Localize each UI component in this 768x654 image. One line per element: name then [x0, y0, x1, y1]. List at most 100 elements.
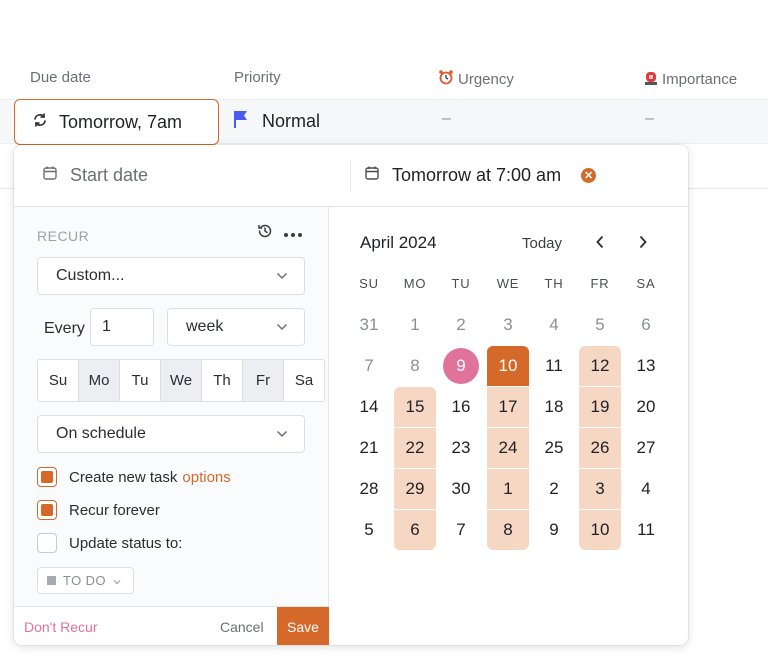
calendar-day[interactable]: 24 [487, 428, 529, 468]
frequency-value: Custom... [56, 267, 125, 284]
calendar-day[interactable]: 1 [394, 305, 436, 345]
calendar-day[interactable]: 8 [394, 346, 436, 386]
calendar-day[interactable]: 26 [579, 428, 621, 468]
start-date-field[interactable]: Start date [42, 165, 148, 186]
update-status-option: Update status to: [37, 533, 182, 553]
calendar-day[interactable]: 3 [487, 305, 529, 345]
calendar-day[interactable]: 15 [394, 387, 436, 427]
day-toggle-we[interactable]: We [161, 360, 202, 401]
recur-actions [257, 223, 303, 244]
day-toggle-tu[interactable]: Tu [120, 360, 161, 401]
calendar-day[interactable]: 5 [579, 305, 621, 345]
chevron-down-icon [276, 318, 288, 336]
status-select[interactable]: TO DO [37, 567, 134, 594]
status-color-swatch [47, 576, 56, 585]
column-header-importance[interactable]: Importance [644, 69, 737, 89]
calendar-day[interactable]: 5 [348, 510, 390, 550]
calendar-day[interactable]: 14 [348, 387, 390, 427]
calendar-day[interactable]: 22 [394, 428, 436, 468]
create-new-task-label: Create new task [69, 468, 178, 486]
calendar-day[interactable]: 13 [625, 346, 667, 386]
today-marker: 9 [443, 348, 479, 384]
day-toggle-sa[interactable]: Sa [284, 360, 324, 401]
calendar-day[interactable]: 3 [579, 469, 621, 509]
calendar-day[interactable]: 18 [533, 387, 575, 427]
calendar-day[interactable]: 30 [440, 469, 482, 509]
day-toggle-fr[interactable]: Fr [243, 360, 284, 401]
schedule-select[interactable]: On schedule [37, 415, 305, 453]
calendar-day[interactable]: 29 [394, 469, 436, 509]
calendar-day[interactable]: 31 [348, 305, 390, 345]
calendar-day[interactable]: 25 [533, 428, 575, 468]
cancel-button[interactable]: Cancel [220, 619, 264, 635]
calendar-day[interactable]: 20 [625, 387, 667, 427]
calendar-day[interactable]: 9 [440, 346, 482, 386]
more-icon[interactable] [283, 225, 303, 243]
calendar-day[interactable]: 7 [440, 510, 482, 550]
create-new-task-option: Create new task options [37, 467, 231, 487]
column-header-urgency[interactable]: Urgency [438, 69, 514, 89]
frequency-select[interactable]: Custom... [37, 257, 305, 295]
importance-value[interactable]: – [645, 110, 654, 128]
recur-forever-label: Recur forever [69, 501, 160, 519]
history-icon[interactable] [257, 223, 273, 244]
next-month-button[interactable] [638, 233, 648, 254]
calendar-icon [364, 165, 380, 186]
day-toggle-su[interactable]: Su [38, 360, 79, 401]
update-status-checkbox[interactable] [37, 533, 57, 553]
recur-footer: Don't Recur Cancel Save [14, 606, 329, 645]
column-header-due-date[interactable]: Due date [30, 69, 91, 86]
calendar-day[interactable]: 6 [394, 510, 436, 550]
calendar-day[interactable]: 4 [625, 469, 667, 509]
priority-cell[interactable]: Normal [232, 109, 320, 134]
day-toggle-th[interactable]: Th [202, 360, 243, 401]
unit-select[interactable]: week [167, 308, 305, 346]
calendar-day[interactable]: 27 [625, 428, 667, 468]
calendar-day[interactable]: 12 [579, 346, 621, 386]
due-date-value: Tomorrow, 7am [59, 111, 183, 132]
interval-value: 1 [102, 318, 111, 335]
create-new-task-checkbox[interactable] [37, 467, 57, 487]
save-button[interactable]: Save [277, 607, 329, 645]
chevron-left-icon [595, 233, 605, 253]
interval-input[interactable]: 1 [90, 308, 154, 346]
calendar-day[interactable]: 19 [579, 387, 621, 427]
calendar-day[interactable]: 23 [440, 428, 482, 468]
calendar-day[interactable]: 2 [533, 469, 575, 509]
options-link[interactable]: options [182, 469, 230, 486]
calendar-day[interactable]: 2 [440, 305, 482, 345]
calendar-day[interactable]: 17 [487, 387, 529, 427]
calendar-day[interactable]: 21 [348, 428, 390, 468]
calendar-day[interactable]: 10 [579, 510, 621, 550]
calendar-day[interactable]: 8 [487, 510, 529, 550]
priority-value: Normal [262, 111, 321, 131]
chevron-down-icon [276, 267, 288, 285]
calendar-day[interactable]: 7 [348, 346, 390, 386]
calendar-day[interactable]: 16 [440, 387, 482, 427]
due-date-field[interactable]: Tomorrow at 7:00 am ✕ [364, 165, 597, 186]
flag-icon [232, 109, 250, 134]
recur-forever-checkbox[interactable] [37, 500, 57, 520]
calendar-day[interactable]: 11 [625, 510, 667, 550]
weekday-th: TH [544, 276, 564, 291]
due-date-cell[interactable]: Tomorrow, 7am [14, 99, 219, 145]
previous-month-button[interactable] [595, 233, 605, 254]
calendar-day[interactable]: 10 [487, 346, 529, 386]
recur-label: RECUR [37, 228, 90, 244]
calendar-day[interactable]: 11 [533, 346, 575, 386]
dont-recur-button[interactable]: Don't Recur [24, 619, 97, 635]
column-header-priority[interactable]: Priority [234, 69, 281, 86]
calendar-day[interactable]: 1 [487, 469, 529, 509]
schedule-value: On schedule [56, 425, 146, 442]
urgency-value[interactable]: – [442, 110, 451, 128]
update-status-label: Update status to: [69, 534, 183, 552]
start-date-placeholder: Start date [70, 165, 149, 185]
calendar-day[interactable]: 4 [533, 305, 575, 345]
clear-date-icon[interactable]: ✕ [581, 168, 597, 183]
calendar-day[interactable]: 6 [625, 305, 667, 345]
date-picker-popup: Start date Tomorrow at 7:00 am ✕ RECUR C… [14, 145, 688, 645]
day-toggle-mo[interactable]: Mo [79, 360, 120, 401]
calendar-day[interactable]: 9 [533, 510, 575, 550]
today-button[interactable]: Today [522, 235, 562, 252]
calendar-day[interactable]: 28 [348, 469, 390, 509]
